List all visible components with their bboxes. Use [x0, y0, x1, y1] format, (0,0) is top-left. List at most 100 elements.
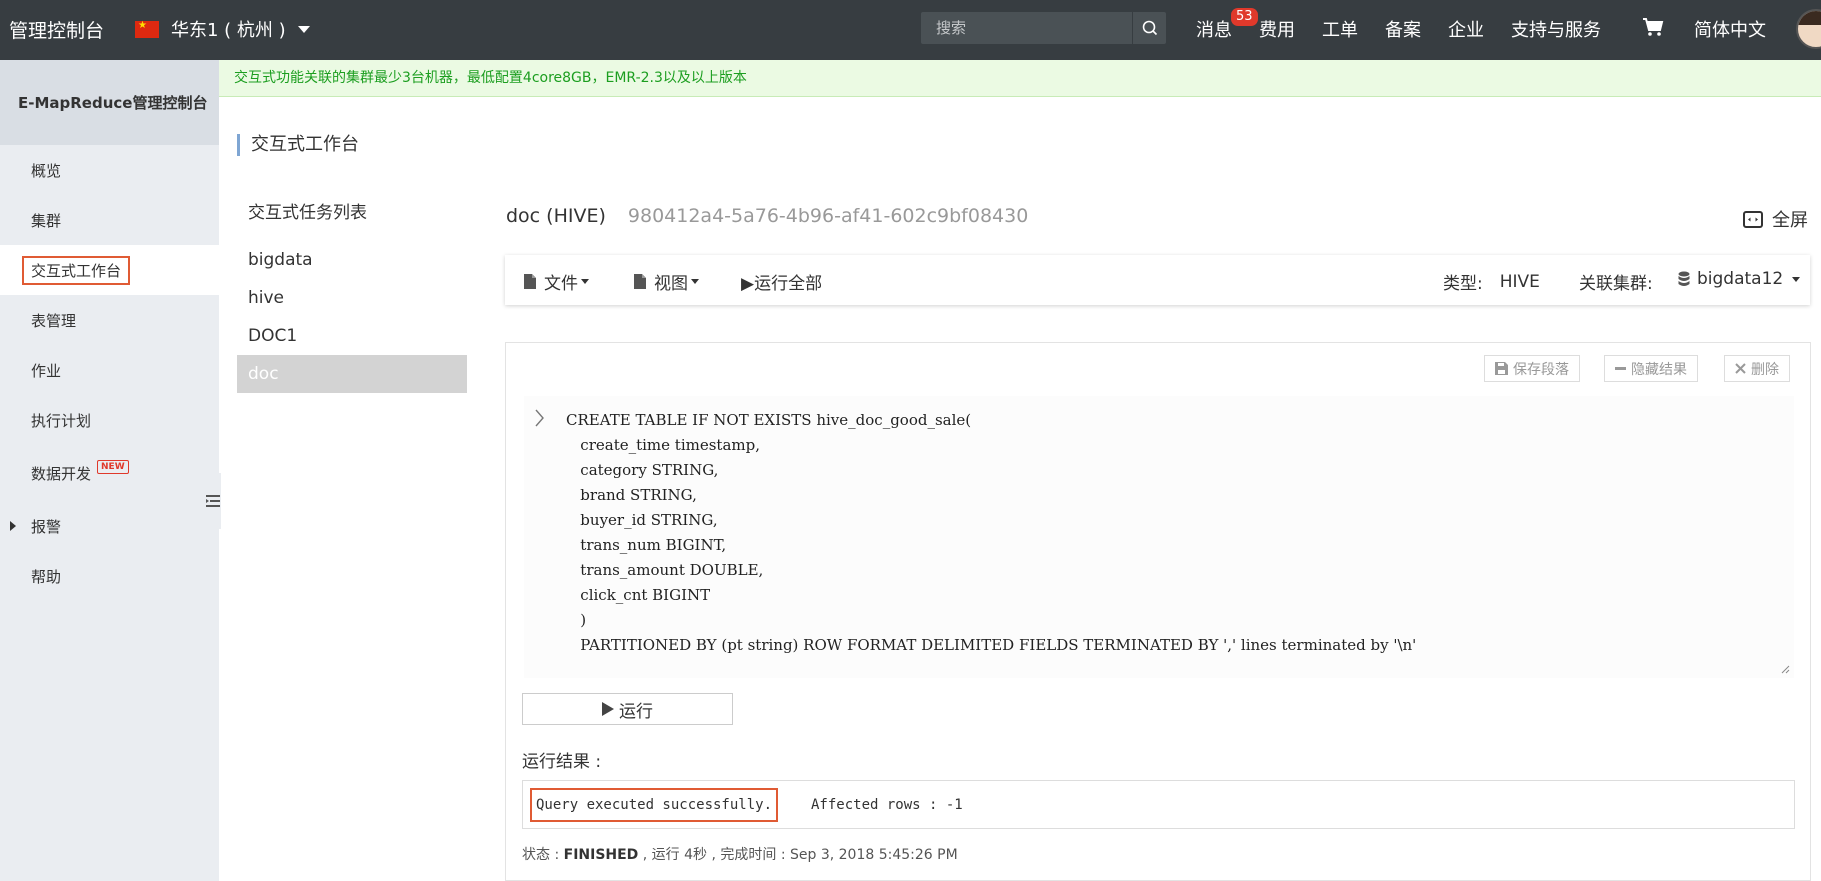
- sidebar-item-data-development[interactable]: 数据开发 NEW: [0, 445, 219, 501]
- requirement-notice: 交互式功能关联的集群最少3台机器，最低配置4core8GB，EMR-2.3以及以…: [219, 60, 1821, 97]
- code-editor[interactable]: CREATE TABLE IF NOT EXISTS hive_doc_good…: [524, 396, 1794, 678]
- nav-icp-filing[interactable]: 备案: [1385, 16, 1421, 42]
- type-label: 类型:: [1443, 274, 1483, 294]
- task-item-doc1[interactable]: DOC1: [237, 317, 467, 355]
- result-output: Query executed successfully. Affected ro…: [522, 780, 1795, 829]
- sidebar: E-MapReduce管理控制台 概览 集群 交互式工作台 表管理 作业 执行计…: [0, 60, 219, 881]
- hide-result-label: 隐藏结果: [1631, 361, 1687, 378]
- region-label: 华东1 ( 杭州 ): [171, 20, 286, 41]
- sidebar-item-label: 执行计划: [31, 411, 92, 430]
- sidebar-collapse-toggle[interactable]: [201, 473, 221, 529]
- database-icon: [1678, 271, 1690, 286]
- delete-paragraph-button[interactable]: 删除: [1724, 355, 1790, 382]
- document-id: 980412a4-5a76-4b96-af41-602c9bf08430: [627, 205, 1029, 227]
- save-paragraph-label: 保存段落: [1513, 361, 1569, 378]
- run-paragraph-label: 运行: [619, 701, 653, 722]
- sidebar-item-alerts[interactable]: 报警: [0, 501, 219, 551]
- nav-tickets[interactable]: 工单: [1322, 16, 1358, 42]
- cluster-label: 关联集群:: [1579, 274, 1653, 294]
- nav-support[interactable]: 支持与服务: [1511, 16, 1601, 42]
- resize-handle-icon[interactable]: [1780, 664, 1790, 674]
- top-navigation-bar: 管理控制台 ★ 华东1 ( 杭州 ) 消息53 费用 工单 备案 企业 支持与服…: [0, 0, 1821, 60]
- sidebar-item-label: 帮助: [31, 567, 62, 586]
- search-box: [921, 12, 1166, 44]
- view-menu-label: 视图: [654, 274, 688, 294]
- china-flag-icon: ★: [135, 20, 159, 38]
- save-paragraph-button[interactable]: 保存段落: [1484, 355, 1580, 382]
- sidebar-item-table-management[interactable]: 表管理: [0, 295, 219, 345]
- nav-messages-label: 消息: [1196, 20, 1232, 41]
- sidebar-item-overview[interactable]: 概览: [0, 145, 219, 195]
- status-prefix: 状态 :: [522, 847, 564, 863]
- file-menu-label: 文件: [544, 274, 578, 294]
- task-list: 交互式任务列表 bigdata hive DOC1 doc: [237, 198, 467, 393]
- page-title: 交互式工作台: [237, 134, 359, 156]
- chevron-down-icon: [297, 25, 310, 33]
- task-item-hive[interactable]: hive: [237, 279, 467, 317]
- new-badge: NEW: [97, 460, 129, 474]
- sql-code[interactable]: CREATE TABLE IF NOT EXISTS hive_doc_good…: [566, 408, 1416, 658]
- document-name: doc (HIVE): [506, 205, 606, 227]
- fullscreen-icon: [1743, 210, 1763, 228]
- user-avatar[interactable]: [1796, 9, 1821, 49]
- nav-messages[interactable]: 消息 53: [1196, 8, 1258, 42]
- chevron-down-icon: [1792, 276, 1801, 282]
- run-paragraph-button[interactable]: 运行: [522, 693, 733, 725]
- region-selector[interactable]: ★ 华东1 ( 杭州 ): [135, 16, 310, 42]
- sidebar-item-help[interactable]: 帮助: [0, 551, 219, 601]
- notebook-toolbar: 文件 视图 ▶运行全部 类型: HIVE 关联集群: bigdata12: [505, 255, 1810, 305]
- type-value: HIVE: [1499, 271, 1540, 292]
- sidebar-item-jobs[interactable]: 作业: [0, 345, 219, 395]
- type-info: 类型: HIVE: [1443, 269, 1540, 295]
- sidebar-item-label: 表管理: [31, 311, 77, 330]
- file-icon: [634, 274, 646, 289]
- play-icon: [602, 702, 614, 716]
- language-switcher[interactable]: 简体中文: [1694, 16, 1766, 42]
- paragraph-status: 状态 : FINISHED , 运行 4秒 , 完成时间 : Sep 3, 20…: [522, 844, 958, 864]
- search-input[interactable]: [921, 12, 1131, 44]
- sidebar-item-label: 报警: [31, 517, 62, 536]
- task-list-title: 交互式任务列表: [248, 203, 367, 223]
- file-menu[interactable]: 文件: [523, 269, 589, 294]
- collapse-menu-icon: [206, 495, 220, 507]
- console-brand-link[interactable]: 管理控制台: [9, 16, 104, 43]
- caret-right-icon: [10, 521, 16, 531]
- sidebar-item-label: 作业: [31, 361, 62, 380]
- top-nav-menu: 消息 53 费用 工单 备案 企业 支持与服务: [1196, 8, 1628, 42]
- nav-billing[interactable]: 费用: [1259, 16, 1295, 42]
- minus-icon: [1615, 367, 1626, 370]
- message-count-badge: 53: [1231, 8, 1258, 26]
- result-message: Query executed successfully.: [530, 788, 779, 822]
- delete-paragraph-label: 删除: [1751, 361, 1779, 378]
- sidebar-item-label: 交互式工作台: [22, 255, 131, 285]
- task-item-doc[interactable]: doc: [237, 355, 467, 393]
- status-details: , 运行 4秒 , 完成时间 : Sep 3, 2018 5:45:26 PM: [638, 847, 958, 863]
- nav-enterprise[interactable]: 企业: [1448, 16, 1484, 42]
- sidebar-item-label: 概览: [31, 161, 62, 180]
- task-item-bigdata[interactable]: bigdata: [237, 241, 467, 279]
- sidebar-menu: 概览 集群 交互式工作台 表管理 作业 执行计划 数据开发 NEW 报警 帮助: [0, 145, 219, 601]
- chevron-right-icon[interactable]: [535, 409, 545, 427]
- document-header: doc (HIVE) 980412a4-5a76-4b96-af41-602c9b…: [506, 205, 1028, 227]
- chevron-down-icon: [691, 279, 699, 284]
- hide-result-button[interactable]: 隐藏结果: [1604, 355, 1698, 382]
- status-value: FINISHED: [563, 847, 639, 863]
- sidebar-item-execution-plans[interactable]: 执行计划: [0, 395, 219, 445]
- search-button[interactable]: [1132, 12, 1166, 44]
- sidebar-item-label: 数据开发: [31, 464, 92, 483]
- cluster-value: bigdata12: [1697, 269, 1784, 289]
- fullscreen-button[interactable]: 全屏: [1743, 206, 1808, 232]
- run-all-button[interactable]: ▶运行全部: [741, 269, 822, 294]
- file-icon: [524, 274, 536, 289]
- close-icon: [1735, 363, 1746, 374]
- chevron-down-icon: [581, 279, 589, 284]
- sidebar-item-label: 集群: [31, 211, 62, 230]
- sidebar-item-interactive-workbench[interactable]: 交互式工作台: [0, 245, 219, 295]
- fullscreen-label: 全屏: [1772, 210, 1808, 231]
- cluster-info: 关联集群:: [1579, 269, 1653, 294]
- sidebar-item-clusters[interactable]: 集群: [0, 195, 219, 245]
- cluster-selector[interactable]: bigdata12: [1678, 269, 1801, 289]
- view-menu[interactable]: 视图: [633, 269, 699, 294]
- paragraph-panel: 保存段落 隐藏结果 删除 CREATE TABLE IF NOT EXISTS …: [505, 342, 1811, 881]
- cart-icon[interactable]: [1642, 17, 1664, 41]
